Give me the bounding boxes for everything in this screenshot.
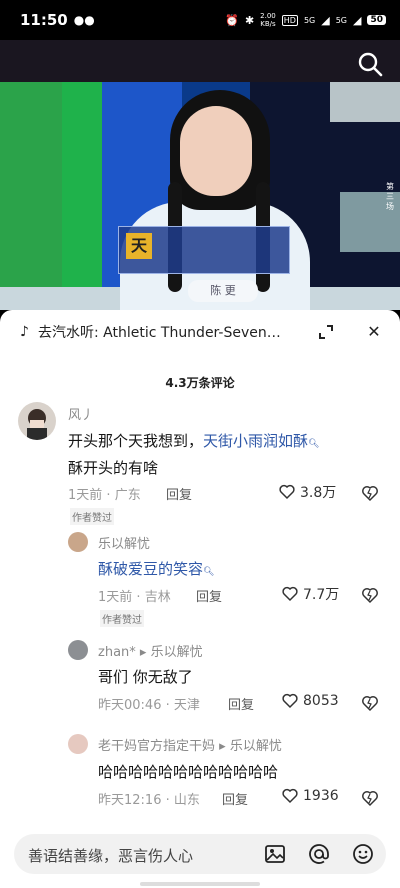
dislike-icon[interactable] xyxy=(361,694,379,712)
comment-input-placeholder: 善语结善缘，恶言伤人心 xyxy=(28,847,194,865)
comment-author[interactable]: 风丿 xyxy=(68,404,94,423)
image-icon[interactable] xyxy=(264,843,286,865)
video-player[interactable]: 天 陈 更 第三场 xyxy=(0,82,400,310)
mention-icon[interactable] xyxy=(308,843,330,865)
home-indicator[interactable] xyxy=(140,882,260,886)
net-speed: 2.00 KB/s xyxy=(260,12,276,28)
reply-button[interactable]: 回复 xyxy=(166,484,192,503)
comment-author[interactable]: 乐以解忧 xyxy=(98,533,150,552)
video-bg-block xyxy=(62,82,102,310)
comments-count: 4.3万条评论 xyxy=(165,376,235,390)
close-icon[interactable]: ✕ xyxy=(364,322,384,342)
comment-time: 1天前 xyxy=(68,488,103,503)
wifi-icon: ◢ xyxy=(321,13,330,27)
dislike-icon[interactable] xyxy=(361,789,379,807)
like-count: 1936 xyxy=(303,788,339,804)
like-count: 8053 xyxy=(303,693,339,709)
like-button[interactable]: 3.8万 xyxy=(278,482,336,502)
signal-bars-icon: ◢ xyxy=(353,13,362,27)
avatar[interactable] xyxy=(68,640,88,660)
screen: 11:50 ●● ⏰ ✱ 2.00 KB/s HD 5G ◢ 5G ◢ 50 天… xyxy=(0,0,400,888)
status-icons: ⏰ ✱ 2.00 KB/s HD 5G ◢ 5G ◢ 50 xyxy=(225,12,386,28)
comment-author[interactable]: 老干妈官方指定干妈 xyxy=(98,739,215,754)
avatar[interactable] xyxy=(68,734,88,754)
net-speed-value: 2.00 xyxy=(260,12,276,20)
comment-time: 1天前 xyxy=(98,590,133,605)
comment-meta: 昨天12:16 · 山东 xyxy=(98,793,200,808)
video-top-bar xyxy=(0,40,400,82)
like-count: 7.7万 xyxy=(303,587,340,603)
search-icon: 🔍︎ xyxy=(203,567,215,577)
emoji-icon[interactable] xyxy=(352,843,374,865)
comment-meta: 1天前 · 广东 xyxy=(68,488,141,503)
comment-author[interactable]: zhan* xyxy=(98,645,136,660)
hd-badge: HD xyxy=(281,14,298,26)
author-liked-tag: 作者赞过 xyxy=(70,508,114,525)
reply-button[interactable]: 回复 xyxy=(222,789,248,808)
like-button[interactable]: 8053 xyxy=(281,692,339,710)
status-bar: 11:50 ●● ⏰ ✱ 2.00 KB/s HD 5G ◢ 5G ◢ 50 xyxy=(0,0,400,40)
heart-icon xyxy=(282,586,298,602)
comment-text[interactable]: 开头那个天我想到，天街小雨润如酥🔍︎ xyxy=(68,430,319,451)
comment-text[interactable]: 哥们 你无敌了 xyxy=(98,666,193,687)
comment-meta: 昨天00:46 · 天津 xyxy=(98,698,200,713)
reply-to-author[interactable]: 乐以解忧 xyxy=(230,739,282,754)
search-link[interactable]: 天街小雨润如酥 xyxy=(203,432,308,450)
reply-to-author[interactable]: 乐以解忧 xyxy=(151,645,203,660)
video-bg-block xyxy=(330,82,400,122)
comment-location: 天津 xyxy=(173,698,200,713)
name-badge: 陈 更 xyxy=(188,280,258,302)
reply-arrow-icon: ▸ xyxy=(139,645,147,660)
expand-icon[interactable] xyxy=(317,323,335,341)
search-link[interactable]: 酥破爱豆的笑容 xyxy=(98,560,203,578)
comment-text[interactable]: 哈哈哈哈哈哈哈哈哈哈哈哈 xyxy=(98,761,278,782)
signal-1: 5G xyxy=(303,15,316,25)
comment-text[interactable]: 酥破爱豆的笑容🔍︎ xyxy=(98,558,214,579)
like-button[interactable]: 1936 xyxy=(281,787,339,805)
comment-location: 广东 xyxy=(114,488,141,503)
comment-text-plain: 开头那个天我想到， xyxy=(68,432,204,450)
heart-icon xyxy=(279,484,295,500)
status-time: 11:50 xyxy=(20,11,68,29)
search-icon[interactable] xyxy=(356,50,384,78)
music-label[interactable]: 去汽水听: Athletic Thunder-Seven… xyxy=(38,322,300,342)
nameplate-char: 天 xyxy=(126,233,152,259)
comment-author-line: 老干妈官方指定干妈 ▸ 乐以解忧 xyxy=(98,735,282,754)
comment-text-line2[interactable]: 酥开头的有啥 xyxy=(68,457,158,478)
search-icon: 🔍︎ xyxy=(308,439,320,449)
alarm-icon: ⏰ xyxy=(225,13,239,27)
comment-meta: 1天前 · 吉林 xyxy=(98,590,171,605)
comment-location: 山东 xyxy=(173,793,200,808)
comment-time: 昨天00:46 xyxy=(98,698,162,713)
video-bg-block xyxy=(0,82,62,310)
net-speed-unit: KB/s xyxy=(260,20,276,28)
like-count: 3.8万 xyxy=(300,485,337,501)
music-bar[interactable]: ♪ 去汽水听: Athletic Thunder-Seven… ✕ xyxy=(20,320,381,344)
author-liked-tag: 作者赞过 xyxy=(100,610,144,627)
dislike-icon[interactable] xyxy=(361,484,379,502)
signal-2: 5G xyxy=(335,15,347,25)
reply-arrow-icon: ▸ xyxy=(219,739,226,754)
reply-button[interactable]: 回复 xyxy=(228,694,254,713)
heart-icon xyxy=(282,693,298,709)
comment-author-line: zhan* ▸ 乐以解忧 xyxy=(98,641,203,660)
avatar[interactable] xyxy=(68,532,88,552)
battery: 50 xyxy=(367,15,386,25)
comment-time: 昨天12:16 xyxy=(98,793,162,808)
bluetooth-icon: ✱ xyxy=(244,13,255,27)
heart-icon xyxy=(282,788,298,804)
side-label: 第三场 xyxy=(386,182,394,211)
like-button[interactable]: 7.7万 xyxy=(281,584,339,604)
person-face xyxy=(180,106,252,196)
comment-input[interactable]: 善语结善缘，恶言伤人心 xyxy=(14,834,386,874)
music-note-icon: ♪ xyxy=(20,324,29,340)
wechat-icon: ●● xyxy=(73,13,95,27)
comment-location: 吉林 xyxy=(144,590,171,605)
reply-button[interactable]: 回复 xyxy=(196,586,222,605)
dislike-icon[interactable] xyxy=(361,586,379,604)
comments-panel: ♪ 去汽水听: Athletic Thunder-Seven… ✕ 4.3万条评… xyxy=(0,310,400,888)
avatar[interactable] xyxy=(18,402,56,440)
comment-input-bar: 善语结善缘，恶言伤人心 xyxy=(0,826,400,888)
